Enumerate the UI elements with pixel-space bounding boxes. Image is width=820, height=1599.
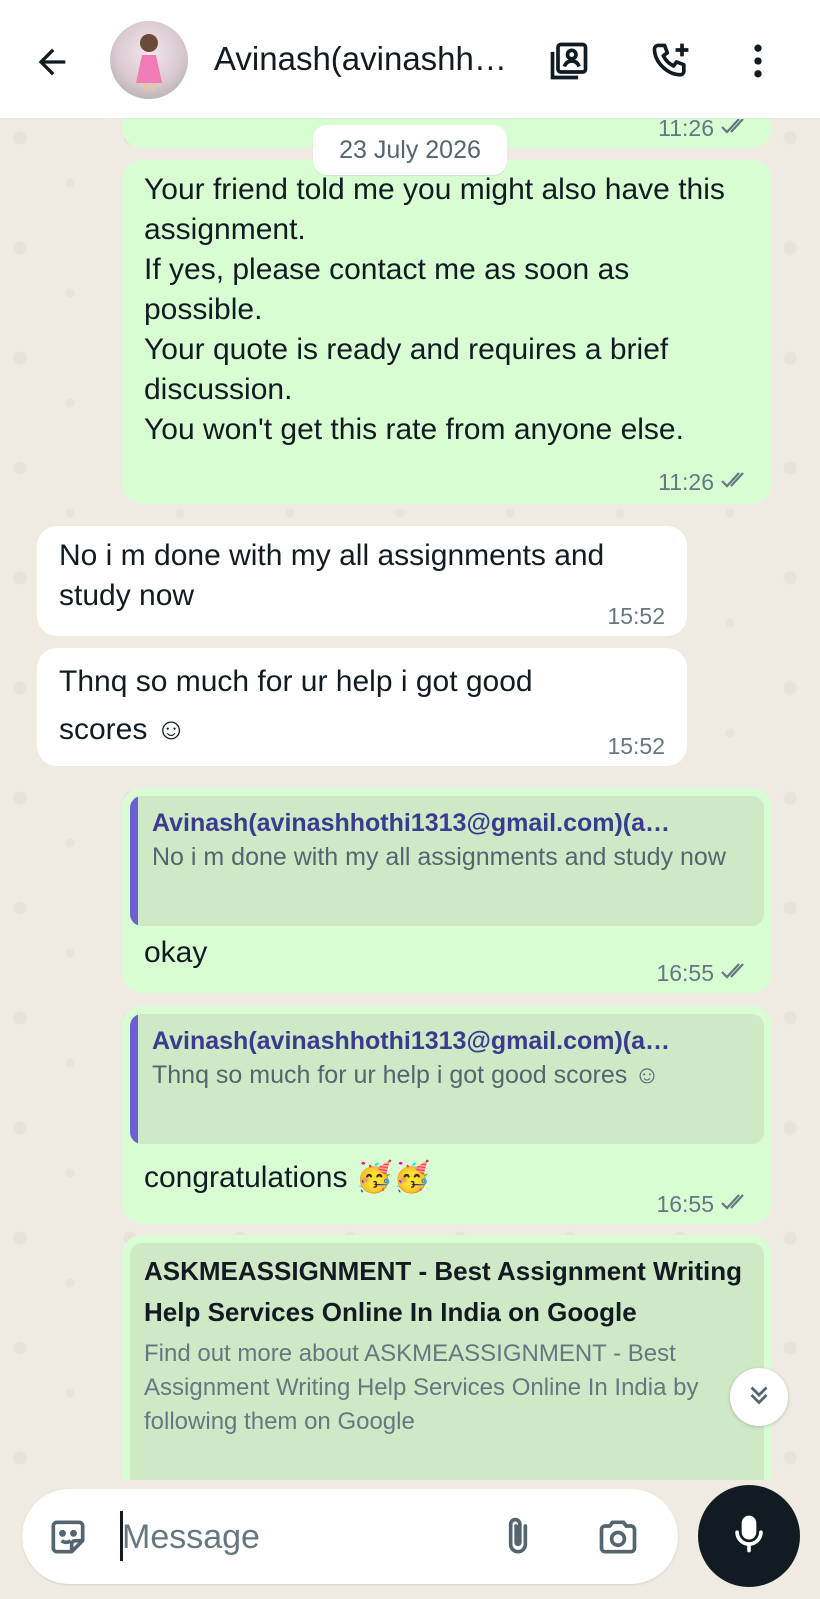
message-bubble-incoming[interactable]: No i m done with my all assignments and … [37, 526, 687, 636]
message-time: 11:26 [658, 469, 714, 495]
read-ticks-icon [720, 1191, 750, 1218]
quote-text: No i m done with my all assignments and … [152, 843, 726, 871]
message-meta: 15:52 [607, 733, 665, 760]
message-meta: 11:26 [658, 118, 750, 142]
message-input[interactable] [120, 1509, 504, 1566]
message-meta: 11:26 [658, 469, 750, 496]
more-vert-icon[interactable] [733, 36, 783, 86]
date-chip: 23 July 2026 [313, 125, 507, 175]
quoted-message[interactable]: Avinash(avinashhothi1313@gmail.com)(a… N… [130, 796, 764, 926]
message-time: 15:52 [607, 733, 665, 759]
message-composer [22, 1489, 678, 1584]
message-bubble-outgoing[interactable]: ASKMEASSIGNMENT - Best Assignment Writin… [122, 1235, 772, 1480]
message-text: Thnq so much for ur help i got good scor… [59, 665, 533, 746]
quoted-message[interactable]: Avinash(avinashhothi1313@gmail.com)(a… T… [130, 1014, 764, 1144]
back-arrow-icon[interactable] [28, 38, 76, 86]
contact-name[interactable]: Avinash(avinashh… [214, 40, 507, 78]
camera-icon[interactable] [596, 1515, 640, 1564]
mic-button[interactable] [698, 1485, 800, 1587]
mic-icon [727, 1512, 771, 1561]
message-bubble-outgoing[interactable]: Avinash(avinashhothi1313@gmail.com)(a… T… [122, 1006, 772, 1224]
scroll-to-bottom-button[interactable] [730, 1368, 788, 1426]
message-text: No i m done with my all assignments and … [59, 539, 605, 612]
contact-card-icon[interactable] [544, 36, 594, 86]
message-time: 16:55 [656, 960, 714, 986]
message-bubble-outgoing[interactable]: Your friend told me you might also have … [122, 160, 772, 504]
link-description: Find out more about ASKMEASSIGNMENT - Be… [144, 1340, 699, 1435]
message-meta: 16:55 [656, 960, 750, 987]
link-preview[interactable]: ASKMEASSIGNMENT - Best Assignment Writin… [130, 1243, 764, 1480]
chat-area[interactable]: 11:26 23 July 2026 Your friend told me y… [0, 118, 820, 1480]
double-chevron-down-icon [744, 1380, 774, 1415]
add-call-icon[interactable] [646, 36, 696, 86]
quote-text: Thnq so much for ur help i got good scor… [152, 1061, 660, 1089]
message-time: 16:55 [656, 1191, 714, 1217]
read-ticks-icon [720, 960, 750, 987]
message-text: congratulations 🥳🥳 [144, 1161, 431, 1194]
message-text: okay [144, 936, 208, 969]
read-ticks-icon [720, 118, 750, 142]
chat-header: Avinash(avinashh… [0, 0, 820, 119]
quote-author: Avinash(avinashhothi1313@gmail.com)(a… [152, 1027, 671, 1055]
message-meta: 16:55 [656, 1191, 750, 1218]
message-bubble-outgoing[interactable]: Avinash(avinashhothi1313@gmail.com)(a… N… [122, 788, 772, 993]
text-caret [120, 1511, 123, 1561]
message-time: 15:52 [607, 603, 665, 629]
read-ticks-icon [720, 469, 750, 496]
sticker-icon[interactable] [46, 1515, 90, 1564]
message-meta: 15:52 [607, 603, 665, 630]
link-title: ASKMEASSIGNMENT - Best Assignment Writin… [144, 1256, 743, 1327]
avatar[interactable] [110, 21, 188, 99]
quote-author: Avinash(avinashhothi1313@gmail.com)(a… [152, 809, 671, 837]
message-bubble-incoming[interactable]: Thnq so much for ur help i got good scor… [37, 648, 687, 766]
message-time: 11:26 [658, 118, 714, 141]
message-text: Your friend told me you might also have … [144, 173, 725, 446]
attach-icon[interactable] [496, 1515, 540, 1564]
